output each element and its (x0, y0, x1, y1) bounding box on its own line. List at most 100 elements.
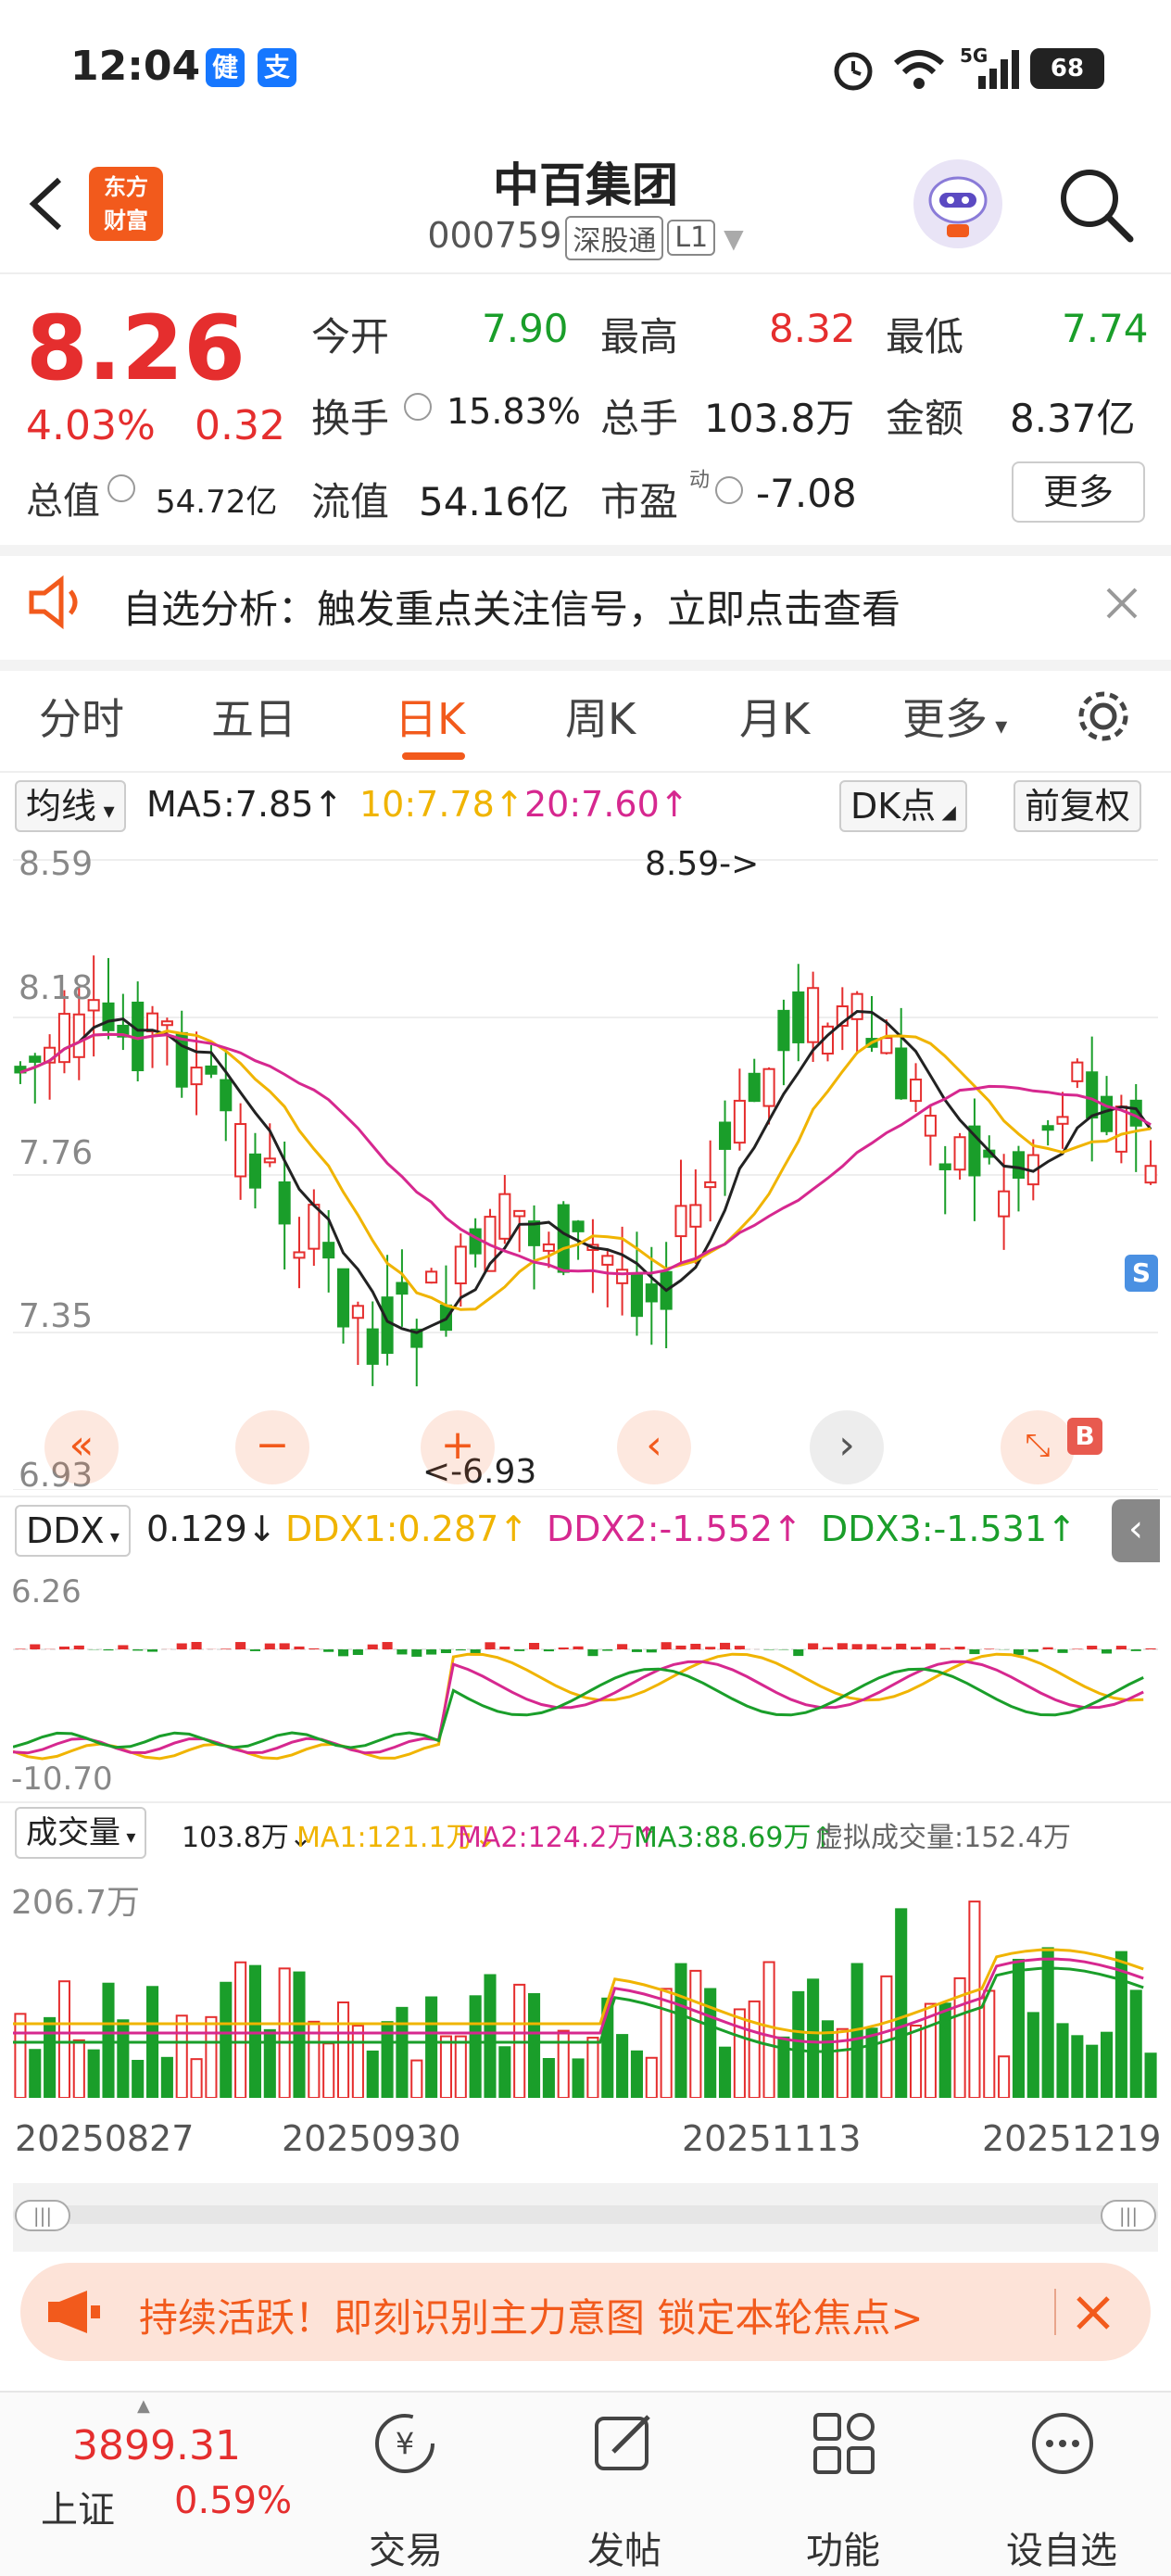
open-label: 今开 (311, 314, 390, 360)
volume-bar (57, 1980, 71, 2098)
info-icon[interactable] (715, 476, 743, 504)
connect-tag: 深股通 (565, 215, 664, 260)
indicator-selector[interactable]: 均线 ▾ (15, 780, 126, 832)
scroll-right-button[interactable]: › (810, 1410, 884, 1484)
volume-chart[interactable] (13, 1866, 1158, 2098)
pe-dynamic-sup: 动 (689, 469, 711, 492)
ddx-bar (734, 1646, 745, 1649)
volume-bar (542, 2058, 555, 2098)
volume-bar (674, 1963, 687, 2098)
volume-bar (572, 2058, 585, 2098)
volume-bar (733, 2008, 746, 2098)
candle-body (366, 1328, 379, 1365)
index-change[interactable]: 0.59% (174, 2480, 292, 2522)
close-banner-icon[interactable] (1075, 2294, 1112, 2331)
volume-bar (425, 1996, 438, 2098)
volume-bar (557, 2029, 570, 2098)
range-handle-left[interactable]: ||| (15, 2200, 70, 2231)
status-time: 12:04 (70, 43, 201, 90)
ddx-chart[interactable] (13, 1566, 1158, 1794)
fullscreen-icon[interactable]: ⤡ (1001, 1410, 1075, 1484)
tab-timeshare[interactable]: 分时 (39, 686, 124, 747)
more-button[interactable]: 更多 (1012, 461, 1145, 523)
scroll-left-fast-button[interactable]: « (44, 1410, 119, 1484)
kline-y-label: 7.76 (19, 1134, 94, 1172)
nav-functions[interactable]: 功能 (769, 2520, 917, 2574)
adjustment-selector[interactable]: 前复权 (1014, 780, 1142, 832)
tab-weekly-k[interactable]: 周K (565, 686, 636, 747)
volume-bar (895, 1908, 908, 2098)
candle-body (557, 1204, 570, 1273)
candle-body (498, 1193, 511, 1240)
ddx-bar (881, 1647, 892, 1649)
candle-body (29, 1055, 42, 1063)
volume-bar (263, 2028, 276, 2098)
volume-bar (396, 2006, 409, 2098)
volume-bar (1041, 1947, 1054, 2098)
volume-bar (630, 2050, 644, 2098)
ddx-bar (631, 1649, 643, 1652)
dk-point-selector[interactable]: DK点 ◢ (839, 780, 967, 832)
ddx2-value: DDX2:-1.552↑ (547, 1509, 802, 1549)
collapse-panel-button[interactable]: ‹ (1112, 1499, 1160, 1562)
volume-bar (527, 1993, 541, 2098)
functions-icon[interactable] (810, 2409, 878, 2478)
volume-bar (175, 2014, 188, 2098)
ddx-bar (514, 1649, 525, 1651)
volume-bar (1026, 2012, 1039, 2098)
index-value[interactable]: 3899.31 (72, 2422, 241, 2469)
zoom-out-button[interactable]: − (235, 1410, 309, 1484)
volume-bar (909, 2025, 923, 2098)
vol-ma2-value: MA2:124.2万↑ (458, 1822, 659, 1854)
volume-bar (807, 1978, 820, 2098)
ddx-bar (528, 1643, 540, 1649)
ddx-bar (1101, 1649, 1113, 1654)
volume-bar (1056, 2023, 1069, 2098)
ddx-bar (1072, 1648, 1083, 1649)
more-options-icon[interactable] (1028, 2409, 1097, 2478)
zoom-in-button[interactable]: + (421, 1410, 495, 1484)
kline-chart[interactable] (13, 841, 1158, 1490)
ddx-bar (264, 1643, 275, 1649)
info-icon[interactable] (107, 474, 135, 502)
tab-more[interactable]: 更多 ▾ (902, 686, 1007, 747)
search-icon[interactable] (1054, 163, 1138, 246)
ddx-bar (249, 1649, 261, 1651)
volume-value: 103.8万 (704, 396, 855, 441)
volume-bar (1071, 2035, 1084, 2098)
tab-daily-k[interactable]: 日K (395, 686, 465, 747)
trade-icon[interactable]: ¥ (371, 2409, 439, 2478)
notice-text[interactable]: 自选分析：触发重点关注信号，立即点击查看 (122, 578, 900, 635)
ddx-y-bottom: -10.70 (11, 1761, 113, 1798)
candle-body (909, 1079, 923, 1103)
market-cap-value: 54.72亿 (156, 484, 278, 521)
nav-trade[interactable]: 交易 (332, 2520, 480, 2574)
robot-assistant-avatar[interactable] (913, 159, 1002, 248)
ddx-bar (602, 1649, 613, 1651)
nav-add-watchlist[interactable]: 设自选 (988, 2520, 1136, 2574)
volume-bar (689, 1969, 702, 2098)
candle-body (1041, 1125, 1054, 1131)
scroll-left-button[interactable]: ‹ (617, 1410, 691, 1484)
volume-label: 总手 (600, 396, 679, 441)
date-label: 20250827 (15, 2118, 195, 2159)
volume-bar (293, 1971, 306, 2098)
candle-body (248, 1153, 262, 1189)
close-icon[interactable] (1104, 586, 1140, 621)
tab-monthly-k[interactable]: 月K (739, 686, 810, 747)
low-label: 最低 (886, 314, 964, 360)
tab-five-day[interactable]: 五日 (211, 686, 296, 747)
range-handle-right[interactable]: ||| (1101, 2200, 1156, 2231)
ddx-bar (705, 1647, 716, 1649)
post-icon[interactable] (589, 2409, 658, 2478)
gear-icon[interactable] (1075, 688, 1132, 745)
info-icon[interactable] (404, 393, 432, 421)
ddx-bar (1042, 1647, 1053, 1649)
nav-post[interactable]: 发帖 (550, 2520, 699, 2574)
candle-body (880, 1037, 893, 1054)
ddx-bar (294, 1646, 305, 1649)
ddx-selector[interactable]: DDX ▾ (15, 1505, 131, 1557)
index-name[interactable]: 上证 (41, 2480, 115, 2533)
volume-selector[interactable]: 成交量 ▾ (15, 1807, 147, 1859)
volume-bar (14, 2013, 27, 2098)
